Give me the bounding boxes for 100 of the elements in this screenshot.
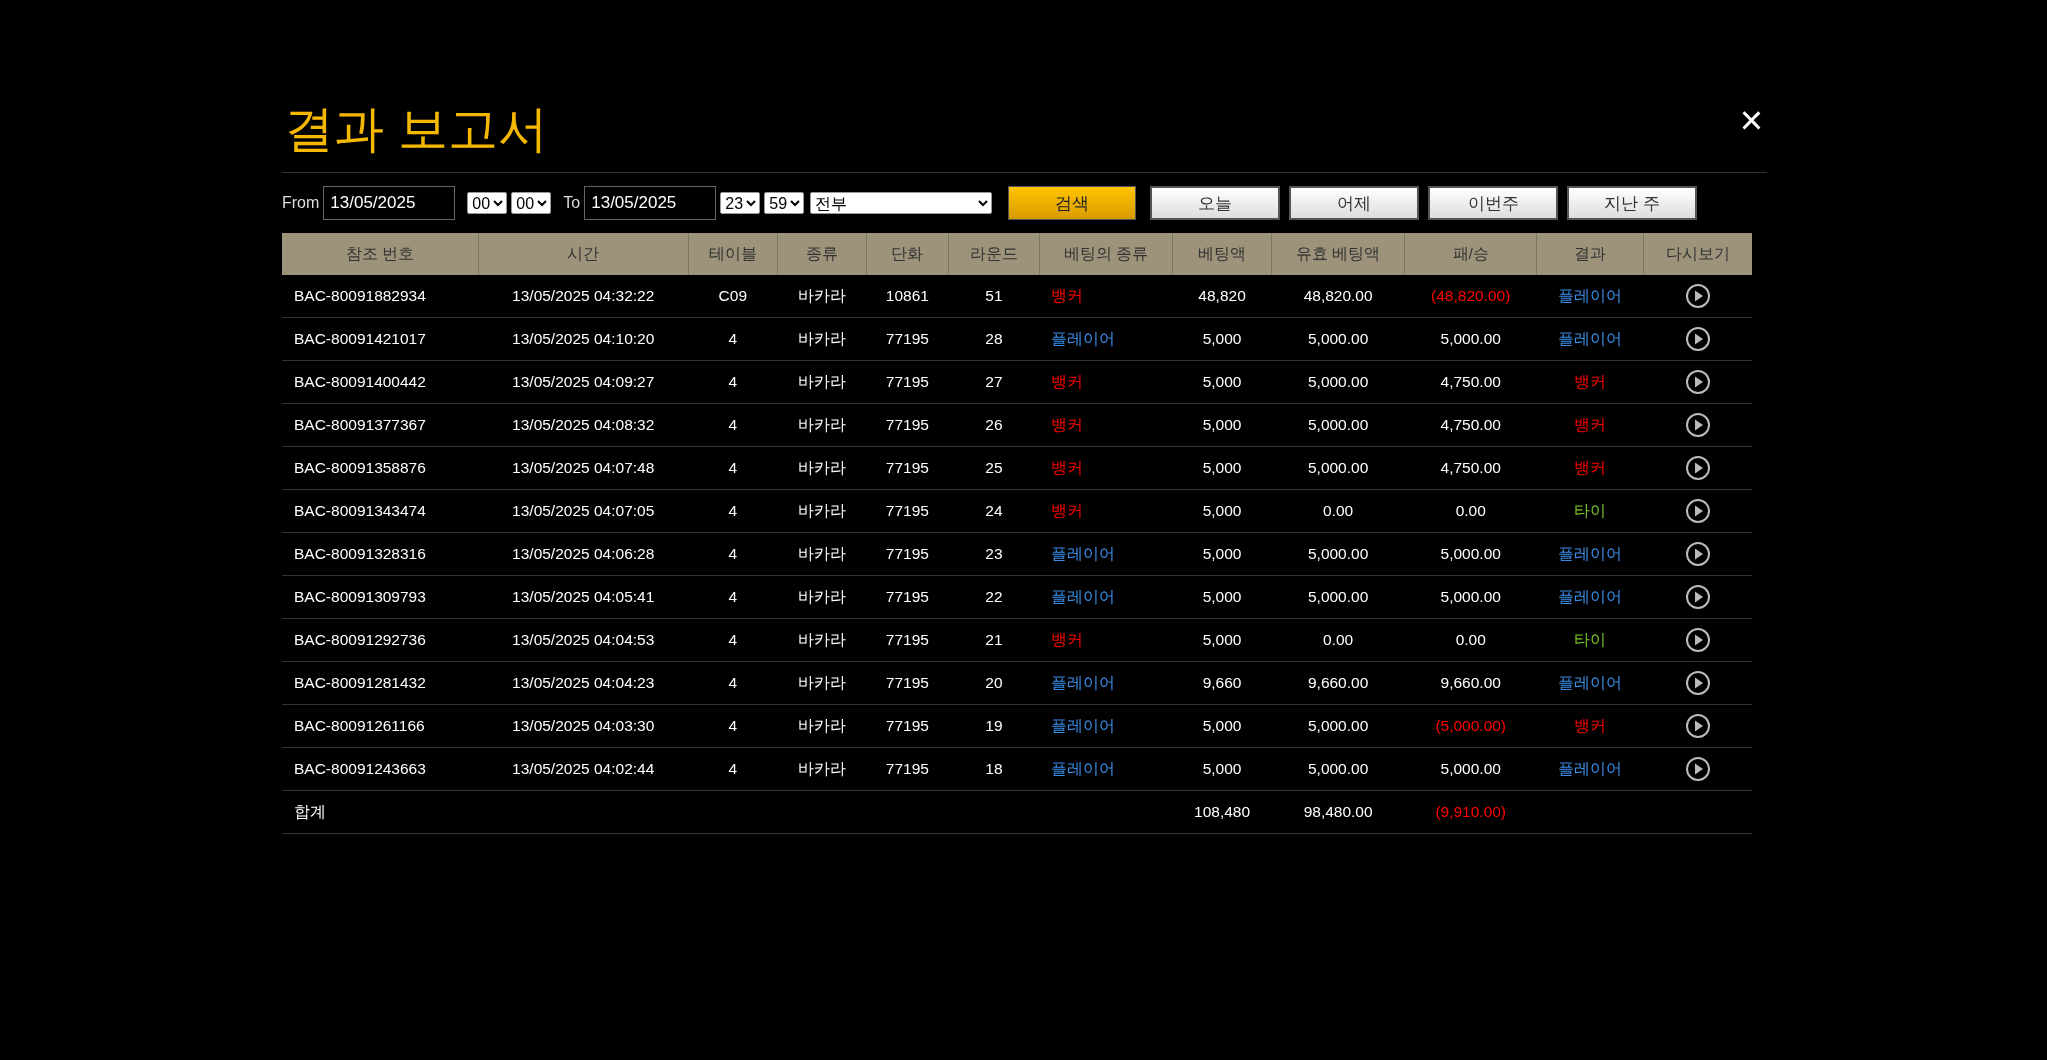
table-cell: (5,000.00) — [1404, 704, 1537, 748]
table-cell: 5,000.00 — [1404, 575, 1537, 619]
date-range-button[interactable]: 오늘 — [1150, 186, 1281, 220]
table-cell: 77195 — [866, 489, 949, 533]
table-cell: 타이 — [1536, 618, 1644, 662]
table-cell: BAC-80091400442 — [282, 360, 479, 404]
from-label: From — [282, 194, 320, 212]
table-cell: 5,000 — [1172, 532, 1272, 576]
table-cell: BAC-80091281432 — [282, 661, 479, 705]
table-cell: BAC-80091243663 — [282, 747, 479, 791]
play-icon[interactable] — [1684, 713, 1711, 739]
play-icon[interactable] — [1684, 369, 1711, 395]
play-icon[interactable] — [1684, 584, 1711, 610]
play-icon[interactable] — [1684, 283, 1711, 309]
table-cell: 5,000 — [1172, 446, 1272, 490]
table-cell: 4 — [688, 446, 778, 490]
play-icon[interactable] — [1684, 756, 1711, 782]
table-cell: 23 — [948, 532, 1040, 576]
table-cell: 4 — [688, 360, 778, 404]
table-cell: 5,000.00 — [1271, 532, 1405, 576]
table-cell: 77195 — [866, 317, 949, 361]
table-cell: 4,750.00 — [1404, 360, 1537, 404]
table-cell: 5,000.00 — [1271, 403, 1405, 447]
play-icon[interactable] — [1684, 541, 1711, 567]
column-header: 베팅액 — [1172, 233, 1272, 275]
play-icon[interactable] — [1684, 326, 1711, 352]
table-cell: 19 — [948, 704, 1040, 748]
search-button[interactable]: 검색 — [1008, 186, 1137, 220]
table-cell: 13/05/2025 04:05:41 — [478, 575, 689, 619]
table-cell: 18 — [948, 747, 1040, 791]
table-cell: 77195 — [866, 575, 949, 619]
date-range-button[interactable]: 지난 주 — [1567, 186, 1698, 220]
table-cell: 13/05/2025 04:09:27 — [478, 360, 689, 404]
game-select[interactable]: 전부 — [810, 192, 993, 214]
table-cell: 바카라 — [777, 403, 867, 447]
table-cell: (48,820.00) — [1404, 275, 1537, 318]
table-cell: BAC-80091377367 — [282, 403, 479, 447]
table-cell: BAC-80091328316 — [282, 532, 479, 576]
table-cell: 9,660 — [1172, 661, 1272, 705]
table-cell: 플레이어 — [1039, 661, 1173, 705]
table-cell: BAC-80091343474 — [282, 489, 479, 533]
play-icon[interactable] — [1684, 627, 1711, 653]
table-cell: 0.00 — [1271, 489, 1405, 533]
column-header: 패/승 — [1404, 233, 1537, 275]
table-cell: 뱅커 — [1039, 360, 1173, 404]
table-cell: 플레이어 — [1536, 532, 1644, 576]
from-date-field[interactable]: 13/05/2025 — [323, 186, 456, 220]
table-cell: 플레이어 — [1536, 747, 1644, 791]
date-range-button[interactable]: 이번주 — [1428, 186, 1559, 220]
table-cell: 바카라 — [777, 575, 867, 619]
to-minute-select[interactable]: 59 — [764, 192, 805, 214]
table-cell: 5,000 — [1172, 360, 1272, 404]
table-cell: 22 — [948, 575, 1040, 619]
date-range-button[interactable]: 어제 — [1289, 186, 1420, 220]
table-cell: 뱅커 — [1536, 446, 1644, 490]
to-hour-select[interactable]: 23 — [720, 192, 761, 214]
play-icon[interactable] — [1684, 455, 1711, 481]
table-cell: 뱅커 — [1039, 275, 1173, 318]
close-button[interactable]: × — [1735, 100, 1767, 140]
table-cell: 4 — [688, 575, 778, 619]
table-cell: BAC-80091421017 — [282, 317, 479, 361]
to-date-field[interactable]: 13/05/2025 — [584, 186, 717, 220]
play-icon[interactable] — [1684, 670, 1711, 696]
table-cell: 5,000 — [1172, 317, 1272, 361]
table-cell: 5,000.00 — [1271, 446, 1405, 490]
column-header: 테이블 — [688, 233, 778, 275]
table-cell: BAC-80091882934 — [282, 275, 479, 318]
table-cell: 바카라 — [777, 360, 867, 404]
table-cell: 5,000.00 — [1271, 360, 1405, 404]
table-cell: 5,000 — [1172, 618, 1272, 662]
table-cell: BAC-80091292736 — [282, 618, 479, 662]
table-cell: 77195 — [866, 403, 949, 447]
table-cell: 13/05/2025 04:10:20 — [478, 317, 689, 361]
table-cell: 108,480 — [1172, 790, 1272, 834]
table-cell: 4 — [688, 747, 778, 791]
table-cell: 13/05/2025 04:32:22 — [478, 275, 689, 318]
table-cell: 바카라 — [777, 661, 867, 705]
table-cell: 뱅커 — [1039, 446, 1173, 490]
table-cell: 4 — [688, 489, 778, 533]
table-cell: 바카라 — [777, 532, 867, 576]
play-icon[interactable] — [1684, 498, 1711, 524]
table-cell: 플레이어 — [1536, 317, 1644, 361]
table-cell: 5,000 — [1172, 704, 1272, 748]
table-cell: 13/05/2025 04:07:05 — [478, 489, 689, 533]
table-cell: 뱅커 — [1039, 618, 1173, 662]
column-header: 다시보기 — [1643, 233, 1752, 275]
table-cell: 5,000.00 — [1271, 317, 1405, 361]
table-cell: 5,000.00 — [1271, 575, 1405, 619]
table-cell: 13/05/2025 04:08:32 — [478, 403, 689, 447]
table-cell: 플레이어 — [1039, 317, 1173, 361]
column-header: 참조 번호 — [282, 233, 479, 275]
table-cell: 뱅커 — [1039, 403, 1173, 447]
page-title: 결과 보고서 — [284, 100, 548, 159]
from-minute-select[interactable]: 00 — [511, 192, 552, 214]
play-icon[interactable] — [1684, 412, 1711, 438]
table-cell: 바카라 — [777, 446, 867, 490]
table-cell: 뱅커 — [1536, 403, 1644, 447]
table-cell: 4 — [688, 403, 778, 447]
table-cell: 뱅커 — [1039, 489, 1173, 533]
from-hour-select[interactable]: 00 — [467, 192, 508, 214]
